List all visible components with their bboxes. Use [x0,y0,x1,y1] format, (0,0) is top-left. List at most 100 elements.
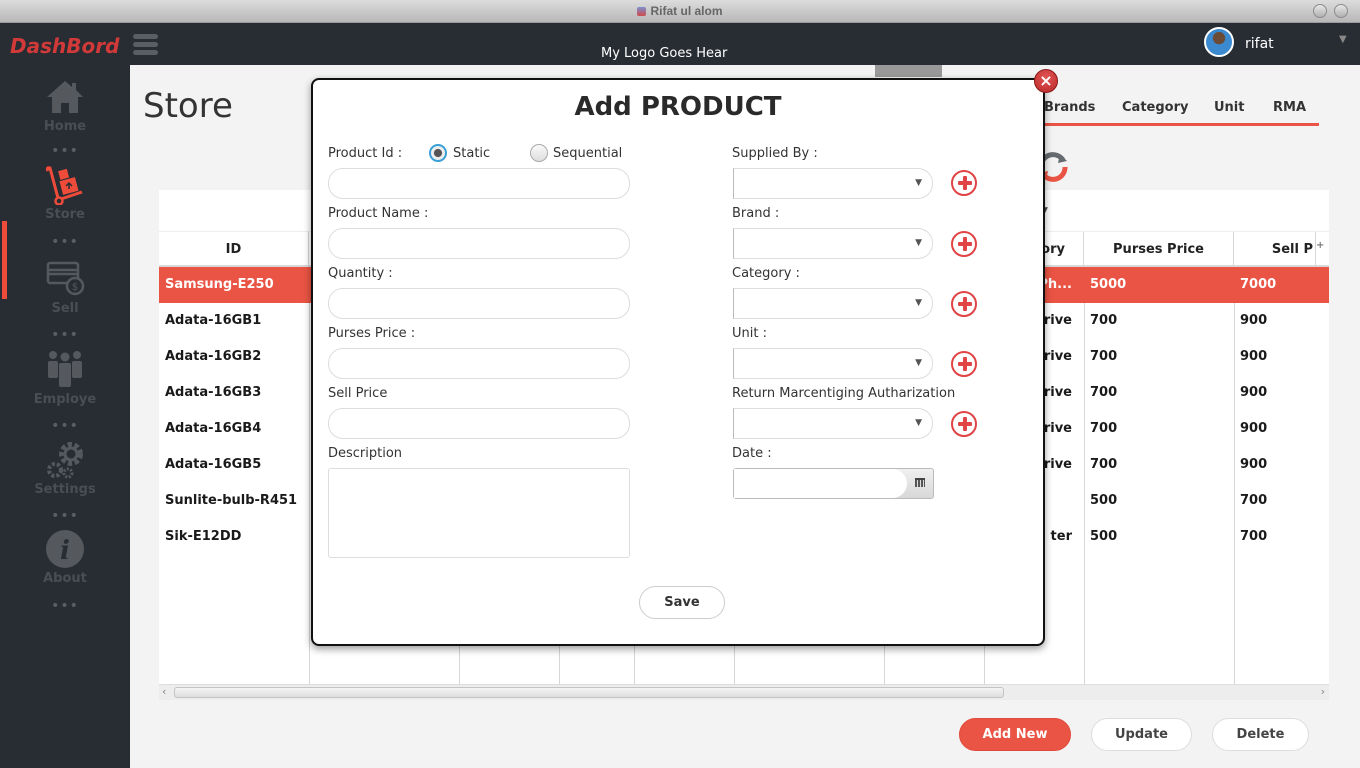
radio-sequential[interactable] [530,144,548,162]
chevron-down-icon: ▼ [915,238,922,248]
column-header-purses-price[interactable]: Purses Price [1084,232,1234,267]
scroll-left-icon[interactable]: ‹ [162,685,166,698]
gears-icon [47,442,83,479]
sidebar-item-store[interactable]: Store [0,165,130,222]
add-unit-plus-icon[interactable] [951,351,977,377]
description-label: Description [328,446,403,461]
scrollbar-thumb[interactable] [174,687,1004,698]
product-id-input[interactable] [328,168,630,199]
sidebar-item-sell[interactable]: $ Sell [0,259,130,316]
brand-label: Brand : [732,206,780,221]
cell-purses-price: 700 [1090,421,1118,436]
add-rma-plus-icon[interactable] [951,411,977,437]
add-product-dialog: Add PRODUCT Product Id : Static Sequenti… [311,78,1045,646]
cell-sell-price: 700 [1240,493,1268,508]
user-menu-chevron-down-icon[interactable]: ▼ [1339,34,1347,45]
calendar-icon[interactable] [915,478,925,487]
cell-sell-price: 900 [1240,457,1268,472]
chevron-down-icon: ▼ [915,358,922,368]
cell-sell-price: 900 [1240,349,1268,364]
chevron-down-icon: ▼ [915,298,922,308]
sidebar-item-employe[interactable]: Employe [0,350,130,407]
supplied-by-select[interactable]: ▼ [733,168,933,199]
cell-purses-price: 500 [1090,529,1118,544]
cell-sell-price: 900 [1240,313,1268,328]
save-button[interactable]: Save [639,586,725,619]
radio-sequential-label[interactable]: Sequential [553,146,622,161]
cell-purses-price: 500 [1090,493,1118,508]
brand-select[interactable]: ▼ [733,228,933,259]
window-titlebar: Rifat ul alom [0,0,1360,23]
chevron-down-icon: ▼ [915,178,922,188]
cell-id: Adata-16GB5 [165,457,262,472]
cell-purses-price: 700 [1090,457,1118,472]
hand-truck-icon [45,166,83,205]
separator-dots: ••• [51,418,79,434]
horizontal-scrollbar[interactable]: ‹ › [159,684,1329,700]
column-header-sell-price[interactable]: Sell P [1234,232,1316,267]
cell-id: Sunlite-bulb-R451 [165,493,298,508]
quantity-label: Quantity : [328,266,393,281]
chevron-down-icon: ▼ [915,418,922,428]
add-supplier-plus-icon[interactable] [951,170,977,196]
close-dialog-button[interactable]: × [1034,69,1058,93]
app-icon [637,7,647,16]
unit-select[interactable]: ▼ [733,348,933,379]
add-brand-plus-icon[interactable] [951,231,977,257]
maximize-button[interactable] [1334,4,1348,18]
rma-select[interactable]: ▼ [733,408,933,439]
column-header-id[interactable]: ID [159,232,309,267]
sidebar-item-about[interactable]: i About [0,529,130,586]
username[interactable]: rifat [1245,36,1274,52]
radio-static-label[interactable]: Static [453,146,490,161]
page-title: Store [143,86,233,126]
tab-brands[interactable]: Brands [1044,100,1095,115]
scroll-right-icon[interactable]: › [1321,685,1325,698]
sidebar-item-settings[interactable]: Settings [0,440,130,497]
cell-purses-price: 700 [1090,313,1118,328]
hamburger-menu-icon[interactable] [133,34,158,56]
cell-purses-price: 700 [1090,385,1118,400]
tab-rma[interactable]: RMA [1273,100,1306,115]
cell-id: Samsung-E250 [165,277,274,292]
purses-price-input[interactable] [328,348,630,379]
separator-dots: ••• [51,327,79,343]
rma-label: Return Marcentiging Autharization [732,386,956,401]
sidebar: Home ••• Store ••• $ Sell ••• Employe ••… [0,65,130,768]
add-category-plus-icon[interactable] [951,291,977,317]
cell-id: Adata-16GB2 [165,349,262,364]
tab-unit[interactable]: Unit [1214,100,1244,115]
category-select[interactable]: ▼ [733,288,933,319]
date-picker[interactable] [733,468,934,499]
column-menu-plus-icon[interactable]: + [1316,240,1324,251]
cell-sell-price: 900 [1240,385,1268,400]
svg-text:$: $ [72,282,78,293]
separator-dots: ••• [51,508,79,524]
unit-label: Unit : [732,326,767,341]
sell-price-input[interactable] [328,408,630,439]
cell-id: Adata-16GB4 [165,421,262,436]
date-input[interactable] [734,469,907,498]
cell-sell-price: 900 [1240,421,1268,436]
cell-purses-price: 5000 [1090,277,1127,292]
people-icon [48,351,82,387]
radio-static[interactable] [429,144,447,162]
tab-category[interactable]: Category [1122,100,1188,115]
product-id-label: Product Id : [328,146,403,161]
sell-price-label: Sell Price [328,386,388,401]
cell-purses-price: 700 [1090,349,1118,364]
quantity-input[interactable] [328,288,630,319]
delete-button[interactable]: Delete [1212,718,1309,751]
window-title: Rifat ul alom [637,4,723,18]
minimize-button[interactable] [1313,4,1327,18]
product-name-input[interactable] [328,228,630,259]
sidebar-item-home[interactable]: Home [0,77,130,134]
svg-text:i: i [60,536,70,566]
purses-price-label: Purses Price : [328,326,416,341]
add-new-button[interactable]: Add New [959,718,1071,751]
description-textarea[interactable] [328,468,630,558]
user-avatar[interactable] [1204,27,1234,57]
separator-dots: ••• [51,234,79,250]
update-button[interactable]: Update [1091,718,1192,751]
cell-sell-price: 700 [1240,529,1268,544]
